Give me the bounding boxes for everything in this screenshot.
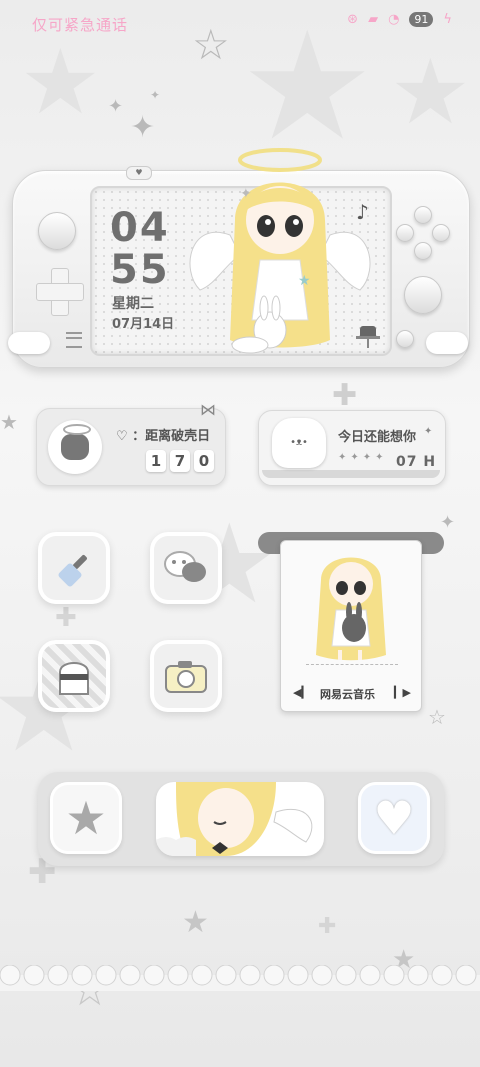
brush-icon	[58, 555, 87, 587]
bow-icon: ⋈	[200, 400, 216, 419]
plus-icon: ✚	[318, 914, 337, 939]
cloud-right-icon	[426, 332, 468, 354]
countdown-label: ♡ ：距离破壳日	[116, 429, 211, 444]
music-prev-icon[interactable]: ◀▎	[293, 686, 310, 699]
star-icon: ★	[0, 410, 18, 434]
signal-icon: ▰	[368, 12, 379, 27]
app-ghost[interactable]	[38, 640, 110, 712]
clock-date: 07月14日	[112, 317, 175, 332]
miss-you-text: 今日还能想你	[338, 430, 417, 445]
ghost-checker-icon	[59, 662, 89, 695]
sparkle-icon: ✦	[424, 426, 433, 437]
music-divider	[306, 664, 398, 665]
app-wechat[interactable]	[150, 532, 222, 604]
clock-weekday: 星期二	[112, 296, 154, 312]
angel-bunny-illustration	[316, 557, 386, 661]
clock-minute: 55	[110, 247, 170, 293]
menu-lines-icon	[66, 332, 82, 348]
status-icons: ⊛ ▰ ◔ 91 ϟ	[347, 12, 452, 27]
status-bar: 仅可紧急通话 ⊛ ▰ ◔ 91 ϟ	[0, 0, 480, 44]
miss-you-hours: 07 H	[396, 454, 437, 470]
dock-app-angel[interactable]	[156, 782, 324, 856]
sparkle-icon: ✦	[440, 512, 456, 533]
svg-text:★: ★	[298, 273, 311, 289]
background-star-icon: ★	[390, 40, 471, 145]
background-star-icon: ★	[20, 30, 101, 135]
plus-icon: ✚	[55, 603, 77, 633]
heart-icon: ♥	[373, 791, 415, 845]
sparkle-icon: ✦	[130, 110, 156, 145]
music-next-icon[interactable]: ▎▶	[394, 686, 411, 699]
sparkle-icon: ✦	[150, 88, 161, 102]
alarm-icon: ⊛	[347, 12, 359, 27]
charging-icon: ϟ	[443, 12, 452, 27]
svg-text:✦: ✦	[240, 186, 252, 202]
clock-hour: 04	[110, 205, 170, 251]
button-b	[414, 242, 432, 260]
star-icon: ☆	[428, 705, 446, 729]
countdown-digit: 7	[170, 450, 190, 472]
miss-you-bar	[262, 470, 440, 478]
dpad-icon	[36, 268, 84, 316]
music-app-label: 网易云音乐	[320, 688, 375, 701]
star-icon: ★	[65, 791, 107, 845]
button-a	[432, 224, 450, 242]
status-carrier-text: 仅可紧急通话	[32, 16, 129, 34]
dock-app-heart[interactable]: ♥	[358, 782, 430, 854]
button-y	[396, 224, 414, 242]
battery-level: 91	[409, 12, 434, 27]
wifi-icon: ◔	[388, 12, 400, 27]
dock-app-star[interactable]: ★	[50, 782, 122, 854]
camera-icon	[165, 661, 207, 693]
dots-decoration: ✦✦✦✦	[338, 452, 388, 463]
countdown-digit: 1	[146, 450, 166, 472]
console-heart-tab: ♥	[126, 166, 152, 180]
app-brush[interactable]	[38, 532, 110, 604]
angel-girl-illustration: ✦ ★	[189, 148, 371, 354]
countdown-avatar	[48, 420, 102, 474]
plus-icon: ✚	[332, 378, 358, 413]
cat-ghost-icon: •ᴥ•	[272, 418, 326, 468]
angel-photo-icon	[156, 782, 313, 856]
wechat-icon	[164, 551, 206, 582]
star-icon: ★	[182, 905, 209, 940]
app-camera[interactable]	[150, 640, 222, 712]
sparkle-icon: ✦	[108, 96, 124, 117]
home-button	[396, 330, 414, 348]
right-joystick	[404, 276, 442, 314]
cloud-left-icon	[8, 332, 50, 354]
button-x	[414, 206, 432, 224]
countdown-digit: 0	[194, 450, 214, 472]
left-joystick	[38, 212, 76, 250]
lace-border	[0, 965, 480, 991]
